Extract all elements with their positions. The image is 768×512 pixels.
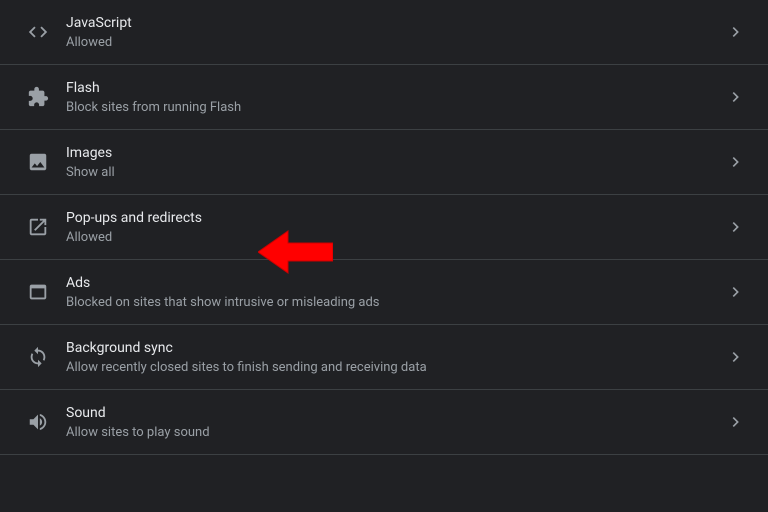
row-subtitle: Allow recently closed sites to finish se…	[66, 360, 724, 375]
chevron-right-icon	[724, 92, 748, 102]
row-title: Images	[66, 145, 724, 161]
sync-icon	[10, 346, 66, 368]
row-title: Ads	[66, 275, 724, 291]
row-title: Background sync	[66, 340, 724, 356]
row-subtitle: Blocked on sites that show intrusive or …	[66, 295, 724, 310]
row-text: Flash Block sites from running Flash	[66, 80, 724, 115]
photo-icon	[10, 151, 66, 173]
chevron-right-icon	[724, 417, 748, 427]
row-title: Sound	[66, 405, 724, 421]
chevron-right-icon	[724, 222, 748, 232]
row-text: Images Show all	[66, 145, 724, 180]
row-subtitle: Show all	[66, 165, 724, 180]
row-text: JavaScript Allowed	[66, 15, 724, 50]
volume-icon	[10, 411, 66, 433]
settings-list: JavaScript Allowed Flash Block sites fro…	[0, 0, 768, 455]
settings-row-javascript[interactable]: JavaScript Allowed	[0, 0, 768, 65]
settings-row-popups[interactable]: Pop-ups and redirects Allowed	[0, 195, 768, 260]
settings-row-ads[interactable]: Ads Blocked on sites that show intrusive…	[0, 260, 768, 325]
settings-row-background-sync[interactable]: Background sync Allow recently closed si…	[0, 325, 768, 390]
row-text: Sound Allow sites to play sound	[66, 405, 724, 440]
row-title: Flash	[66, 80, 724, 96]
row-title: JavaScript	[66, 15, 724, 31]
row-subtitle: Block sites from running Flash	[66, 100, 724, 115]
settings-row-images[interactable]: Images Show all	[0, 130, 768, 195]
settings-row-flash[interactable]: Flash Block sites from running Flash	[0, 65, 768, 130]
extension-icon	[10, 86, 66, 108]
row-subtitle: Allowed	[66, 230, 724, 245]
code-icon	[10, 21, 66, 43]
window-icon	[10, 281, 66, 303]
row-text: Ads Blocked on sites that show intrusive…	[66, 275, 724, 310]
row-text: Pop-ups and redirects Allowed	[66, 210, 724, 245]
chevron-right-icon	[724, 27, 748, 37]
row-text: Background sync Allow recently closed si…	[66, 340, 724, 375]
row-subtitle: Allowed	[66, 35, 724, 50]
row-subtitle: Allow sites to play sound	[66, 425, 724, 440]
chevron-right-icon	[724, 157, 748, 167]
open-in-new-icon	[10, 216, 66, 238]
chevron-right-icon	[724, 287, 748, 297]
chevron-right-icon	[724, 352, 748, 362]
row-title: Pop-ups and redirects	[66, 210, 724, 226]
settings-row-sound[interactable]: Sound Allow sites to play sound	[0, 390, 768, 455]
